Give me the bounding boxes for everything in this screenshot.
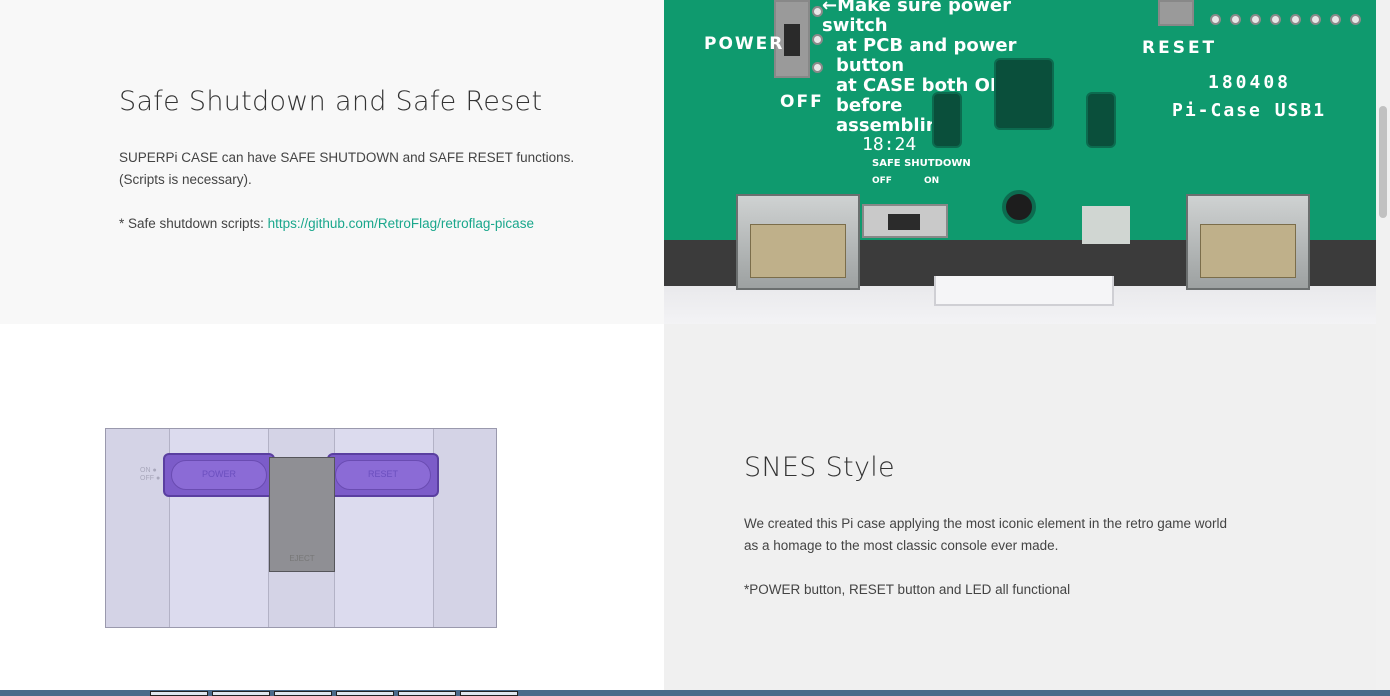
pcb-slot xyxy=(1086,92,1116,148)
usb-port xyxy=(1186,194,1310,290)
pcb-label-pad xyxy=(1082,206,1130,244)
thumbnail-tab[interactable] xyxy=(212,691,270,696)
pad xyxy=(1250,14,1261,25)
vertical-scrollbar[interactable] xyxy=(1376,0,1390,696)
pad xyxy=(1350,14,1361,25)
scripts-prefix: * Safe shutdown scripts: xyxy=(119,216,268,231)
product-page: Safe Shutdown and Safe Reset SUPERPi CAS… xyxy=(0,0,1376,696)
pcb-image: POWER OFF ←Make sure power switch at PCB… xyxy=(664,0,1376,324)
safe-shutdown-description: SUPERPi CASE can have SAFE SHUTDOWN and … xyxy=(119,150,575,187)
thumbnail-tab[interactable] xyxy=(336,691,394,696)
reset-label: RESET xyxy=(1142,38,1218,58)
reset-button: RESET xyxy=(327,453,439,497)
pad xyxy=(1270,14,1281,25)
power-button: POWER xyxy=(163,453,275,497)
bottom-strip xyxy=(0,690,1390,696)
snes-style-note: *POWER button, RESET button and LED all … xyxy=(744,582,1071,597)
pad xyxy=(1290,14,1301,25)
eject-slot: EJECT xyxy=(269,457,335,572)
safe-shutdown-switch xyxy=(862,204,948,238)
board-name: Pi-Case USB1 xyxy=(1172,100,1327,121)
section-title-safe-shutdown: Safe Shutdown and Safe Reset xyxy=(119,86,543,117)
scripts-link[interactable]: https://github.com/RetroFlag/retroflag-p… xyxy=(268,216,534,231)
switch-off-label: OFF xyxy=(872,176,892,186)
thumbnail-tab[interactable] xyxy=(460,691,518,696)
time-label: 18:24 xyxy=(862,134,917,155)
section-title-snes-style: SNES Style xyxy=(744,452,895,483)
pcb-slot xyxy=(994,58,1054,130)
thumbnail-tab[interactable] xyxy=(274,691,332,696)
snes-case-image: POWER RESET EJECT ON ● OFF ● xyxy=(0,324,664,696)
safe-shutdown-section: Safe Shutdown and Safe Reset SUPERPi CAS… xyxy=(0,0,664,324)
power-button-label: POWER xyxy=(201,469,236,479)
safe-shutdown-label: SAFE SHUTDOWN xyxy=(872,158,971,169)
snes-style-description: We created this Pi case applying the mos… xyxy=(744,516,1227,553)
power-label: POWER xyxy=(704,34,785,54)
pcb-slot xyxy=(932,92,962,148)
pad xyxy=(1210,14,1221,25)
snes-style-section: SNES Style We created this Pi case apply… xyxy=(664,324,1376,696)
thumbnail-tab[interactable] xyxy=(398,691,456,696)
snes-case: POWER RESET EJECT ON ● OFF ● xyxy=(105,428,497,628)
pad xyxy=(1310,14,1321,25)
led-label: ON ● OFF ● xyxy=(140,467,161,482)
pad xyxy=(1330,14,1341,25)
safe-shutdown-scripts: * Safe shutdown scripts: https://github.… xyxy=(119,213,619,235)
off-label: OFF xyxy=(780,92,824,112)
reset-button-label: RESET xyxy=(367,469,398,479)
pin-header xyxy=(1210,10,1376,32)
pad xyxy=(1230,14,1241,25)
usb-port xyxy=(736,194,860,290)
warning-line: ←Make sure power switch xyxy=(822,0,1011,36)
switch-on-label: ON xyxy=(924,176,940,186)
screw-hole xyxy=(1002,190,1036,224)
case-notch xyxy=(934,276,1114,306)
board-date: 180408 xyxy=(1208,72,1292,93)
scrollbar-thumb[interactable] xyxy=(1379,106,1387,218)
reset-switch xyxy=(1158,0,1194,26)
thumbnail-tab[interactable] xyxy=(150,691,208,696)
eject-label: EJECT xyxy=(289,554,315,563)
